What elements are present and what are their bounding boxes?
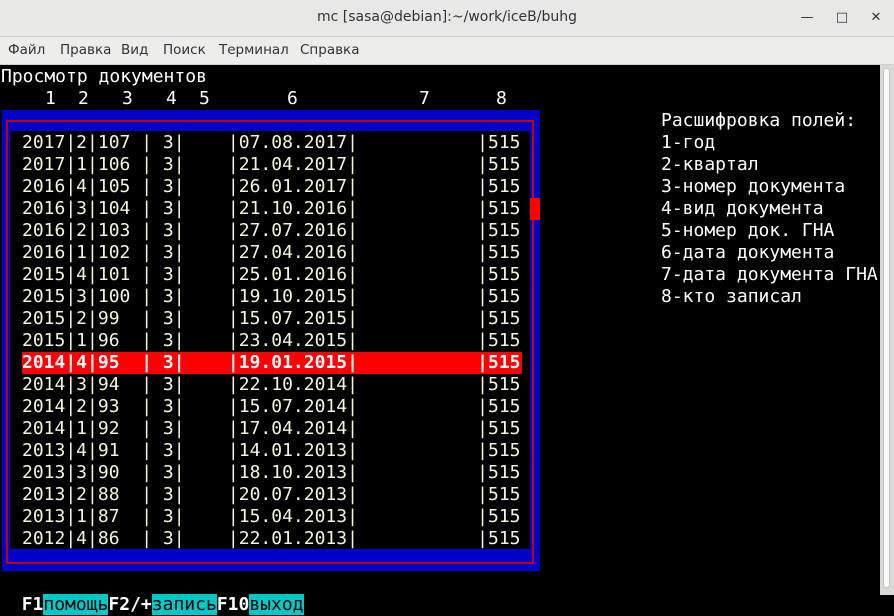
legend-item: 2-квартал bbox=[661, 154, 759, 175]
screen-heading: Просмотр документов bbox=[1, 66, 207, 87]
menu-bar: Файл Правка Вид Поиск Терминал Справка bbox=[0, 37, 894, 65]
maximize-icon[interactable]: □ bbox=[832, 8, 852, 28]
legend-item: 7-дата документа ГНА bbox=[661, 264, 878, 285]
fkey-f2[interactable]: F2/+ bbox=[108, 594, 151, 615]
table-row[interactable]: 2013|4|91 | 3| |14.01.2013| |515 bbox=[22, 440, 522, 462]
table-row[interactable]: 2015|1|96 | 3| |23.04.2015| |515 bbox=[22, 330, 522, 352]
fkey-f2-label[interactable]: запись bbox=[151, 594, 217, 615]
fkey-f10-label[interactable]: выход bbox=[249, 594, 304, 615]
close-icon[interactable]: ✕ bbox=[866, 8, 886, 28]
table-row[interactable]: 2014|4|95 | 3| |19.01.2015| |515 bbox=[22, 352, 522, 374]
table-row[interactable]: 2016|3|104 | 3| |21.10.2016| |515 bbox=[22, 198, 522, 220]
function-key-bar: F1помощьF2/+записьF10выход bbox=[0, 572, 304, 615]
table-row[interactable]: 2017|1|106 | 3| |21.04.2017| |515 bbox=[22, 154, 522, 176]
legend-item: 3-номер документа bbox=[661, 176, 846, 197]
fkey-f10[interactable]: F10 bbox=[217, 594, 250, 615]
table-row[interactable]: 2016|2|103 | 3| |27.07.2016| |515 bbox=[22, 220, 522, 242]
table-row[interactable]: 2016|1|102 | 3| |27.04.2016| |515 bbox=[22, 242, 522, 264]
menu-search[interactable]: Поиск bbox=[163, 42, 206, 58]
column-number: 3 bbox=[122, 88, 133, 109]
menu-help[interactable]: Справка bbox=[300, 42, 359, 58]
column-number: 5 bbox=[199, 88, 210, 109]
table-row[interactable]: 2014|2|93 | 3| |15.07.2014| |515 bbox=[22, 396, 522, 418]
fkey-f1-label[interactable]: помощь bbox=[43, 594, 109, 615]
table-row[interactable]: 2016|4|105 | 3| |26.01.2017| |515 bbox=[22, 176, 522, 198]
menu-terminal[interactable]: Терминал bbox=[219, 42, 289, 58]
legend-title: Расшифровка полей: bbox=[661, 110, 857, 131]
menu-edit[interactable]: Правка bbox=[60, 42, 111, 58]
table-row[interactable]: 2015|4|101 | 3| |25.01.2016| |515 bbox=[22, 264, 522, 286]
column-number: 4 bbox=[166, 88, 177, 109]
window-title: mc [sasa@debian]:~/work/iceB/buhg bbox=[317, 9, 577, 25]
column-number: 7 bbox=[419, 88, 430, 109]
table-row[interactable]: 2013|3|90 | 3| |18.10.2013| |515 bbox=[22, 462, 522, 484]
column-number: 1 bbox=[45, 88, 56, 109]
legend-item: 1-год bbox=[661, 132, 716, 153]
legend-item: 6-дата документа bbox=[661, 242, 835, 263]
column-number: 2 bbox=[78, 88, 89, 109]
table-row[interactable]: 2013|1|87 | 3| |15.04.2013| |515 bbox=[22, 506, 522, 528]
table-row[interactable]: 2014|1|92 | 3| |17.04.2014| |515 bbox=[22, 418, 522, 440]
list-scroll-indicator bbox=[530, 198, 540, 220]
scrollbar-thumb[interactable] bbox=[883, 68, 890, 588]
table-row[interactable]: 2015|2|99 | 3| |15.07.2015| |515 bbox=[22, 308, 522, 330]
column-number: 6 bbox=[287, 88, 298, 109]
table-row[interactable]: 2014|3|94 | 3| |22.10.2014| |515 bbox=[22, 374, 522, 396]
fkey-f1[interactable]: F1 bbox=[22, 594, 44, 615]
menu-view[interactable]: Вид bbox=[121, 42, 148, 58]
table-row[interactable]: 2017|2|107 | 3| |07.08.2017| |515 bbox=[22, 132, 522, 154]
table-row[interactable]: 2013|2|88 | 3| |20.07.2013| |515 bbox=[22, 484, 522, 506]
legend-item: 4-вид документа bbox=[661, 198, 824, 219]
table-row[interactable]: 2012|4|86 | 3| |22.01.2013| |515 bbox=[22, 528, 522, 550]
table-row[interactable]: 2015|3|100 | 3| |19.10.2015| |515 bbox=[22, 286, 522, 308]
legend-item: 5-номер док. ГНА bbox=[661, 220, 835, 241]
title-bar: mc [sasa@debian]:~/work/iceB/buhg — □ ✕ bbox=[0, 0, 894, 37]
legend-item: 8-кто записал bbox=[661, 286, 802, 307]
minimize-icon[interactable]: — bbox=[797, 8, 817, 28]
menu-file[interactable]: Файл bbox=[8, 42, 45, 58]
column-number: 8 bbox=[496, 88, 507, 109]
